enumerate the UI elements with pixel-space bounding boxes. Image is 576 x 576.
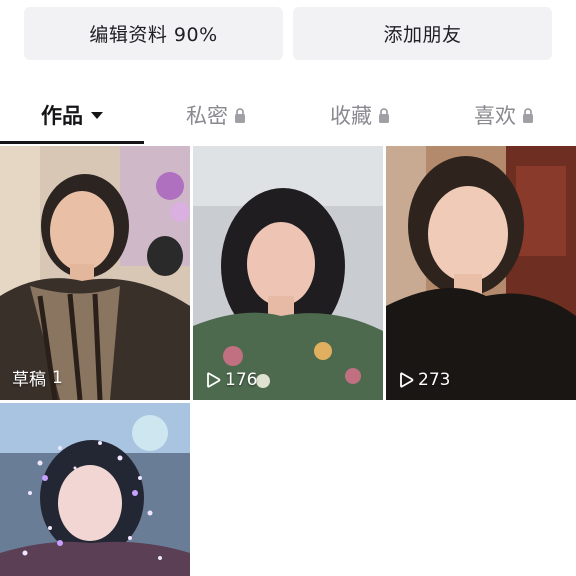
play-count: 176	[205, 370, 257, 390]
play-count: 273	[398, 370, 450, 390]
video-cover-image	[0, 146, 190, 400]
draft-count: 1	[52, 367, 63, 388]
play-icon	[400, 372, 414, 388]
tab-favorites[interactable]: 收藏	[288, 88, 432, 142]
draft-label: 草稿 1	[12, 365, 63, 391]
lock-icon	[523, 107, 533, 123]
profile-action-row: 编辑资料 90% 添加朋友	[24, 7, 552, 60]
add-friend-button[interactable]: 添加朋友	[293, 7, 552, 60]
play-icon	[207, 372, 221, 388]
video-thumbnail[interactable]	[0, 403, 190, 576]
caret-down-icon	[91, 111, 103, 119]
video-thumbnail-draft[interactable]: 草稿 1	[0, 146, 190, 400]
video-cover-image	[193, 146, 383, 400]
edit-profile-button[interactable]: 编辑资料 90%	[24, 7, 283, 60]
draft-text: 草稿	[12, 370, 46, 390]
play-count-value: 176	[225, 370, 258, 390]
lock-icon	[235, 107, 245, 123]
active-tab-indicator	[0, 141, 144, 144]
tab-label: 作品	[41, 104, 83, 128]
tab-works[interactable]: 作品	[0, 88, 144, 142]
tab-likes[interactable]: 喜欢	[432, 88, 576, 142]
video-cover-image	[386, 146, 576, 400]
lock-icon	[379, 107, 389, 123]
profile-tabs: 作品 私密 收藏 喜欢	[0, 88, 576, 144]
tab-label: 私密	[186, 104, 228, 128]
video-thumbnail[interactable]: 273	[386, 146, 576, 400]
tab-label: 喜欢	[474, 104, 516, 128]
tab-label: 收藏	[330, 104, 372, 128]
video-cover-image	[0, 403, 190, 576]
tab-private[interactable]: 私密	[144, 88, 288, 142]
video-thumbnail[interactable]: 176	[193, 146, 383, 400]
play-count-value: 273	[418, 370, 451, 390]
